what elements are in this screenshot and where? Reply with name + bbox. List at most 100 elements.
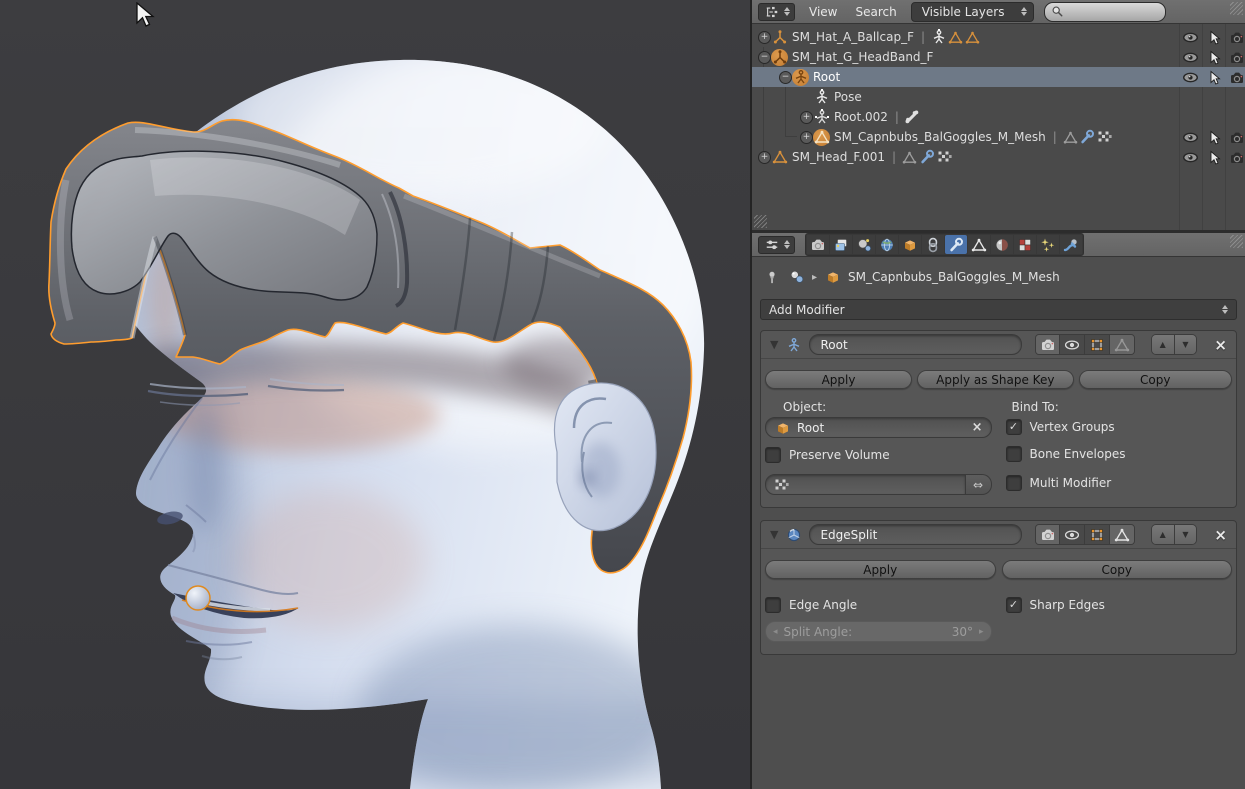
menu-view[interactable]: View: [805, 5, 841, 19]
editmode-toggle[interactable]: [1085, 335, 1110, 354]
collapse-icon[interactable]: −: [758, 50, 771, 64]
tab-world[interactable]: [876, 235, 898, 254]
collapse-icon[interactable]: −: [779, 70, 792, 84]
collapse-arrow-icon[interactable]: ▼: [770, 338, 778, 351]
resize-grip[interactable]: [1230, 235, 1243, 248]
clear-object-icon[interactable]: ×: [972, 420, 983, 435]
properties-tabs: [805, 233, 1084, 256]
delete-modifier-button[interactable]: ×: [1214, 526, 1227, 544]
tab-particles[interactable]: [1037, 235, 1059, 254]
restrict-camera-toggle[interactable]: [1228, 29, 1245, 46]
vertex-groups-checkbox[interactable]: ✓: [1005, 419, 1022, 435]
dropdown-arrows-icon: [1222, 305, 1228, 314]
outliner-row-SM_Head_F.001[interactable]: + SM_Head_F.001 |: [752, 147, 1245, 167]
expand-icon[interactable]: +: [800, 110, 813, 124]
restrict-eye-toggle[interactable]: [1182, 49, 1199, 66]
object-icon[interactable]: [788, 269, 805, 286]
tab-texture[interactable]: [1014, 235, 1036, 254]
bone-envelopes-checkbox[interactable]: [1005, 446, 1022, 462]
armature-object-icon: [771, 29, 788, 46]
invert-vertex-group-button[interactable]: ⇔: [965, 474, 992, 495]
viewport-toggle[interactable]: [1060, 335, 1086, 354]
expand-icon[interactable]: +: [758, 30, 771, 44]
resize-grip[interactable]: [754, 215, 767, 228]
delete-modifier-button[interactable]: ×: [1214, 336, 1227, 354]
editor-type-button[interactable]: [758, 2, 795, 21]
restrict-pointer-toggle[interactable]: [1205, 29, 1222, 46]
outliner-row-SM_Hat_A_Ballcap_F[interactable]: + SM_Hat_A_Ballcap_F |: [752, 27, 1245, 47]
outliner-search-field[interactable]: [1043, 1, 1166, 22]
restrict-pointer-toggle[interactable]: [1205, 49, 1222, 66]
expand-icon[interactable]: +: [800, 130, 813, 144]
resize-grip[interactable]: [1230, 2, 1243, 15]
cage-toggle[interactable]: [1109, 335, 1134, 354]
restrict-pointer-toggle[interactable]: [1205, 69, 1222, 86]
mesh-triangle-icon: [964, 29, 981, 46]
separator: |: [1052, 130, 1057, 144]
pose-icon: [813, 89, 830, 106]
render-toggle[interactable]: [1035, 525, 1061, 544]
move-up-button[interactable]: ▲: [1151, 525, 1175, 544]
display-filter-dropdown[interactable]: Visible Layers: [910, 1, 1034, 22]
outliner-row-Pose[interactable]: Pose: [752, 87, 1245, 107]
render-toggle[interactable]: [1035, 335, 1061, 354]
viewport-3d[interactable]: [0, 0, 750, 789]
tab-object-data[interactable]: [968, 235, 990, 254]
restrict-camera-toggle[interactable]: [1228, 69, 1245, 86]
tab-object[interactable]: [899, 235, 921, 254]
outliner-row-Root[interactable]: − Root: [752, 67, 1245, 87]
copy-button[interactable]: Copy: [1078, 370, 1232, 389]
viewport-toggle[interactable]: [1060, 525, 1086, 544]
vertex-group-field[interactable]: [765, 474, 966, 495]
outliner-row-SM_Hat_G_HeadBand_F[interactable]: − SM_Hat_G_HeadBand_F: [752, 47, 1245, 67]
restrict-camera-toggle[interactable]: [1228, 129, 1245, 146]
tab-material[interactable]: [991, 235, 1013, 254]
edge-angle-checkbox[interactable]: [765, 597, 781, 613]
editmode-toggle[interactable]: [1085, 525, 1110, 544]
move-down-button[interactable]: ▼: [1174, 525, 1197, 544]
cage-toggle[interactable]: [1109, 525, 1134, 544]
move-down-button[interactable]: ▼: [1174, 335, 1197, 354]
restrict-pointer-toggle[interactable]: [1205, 149, 1222, 166]
editor-type-button[interactable]: [758, 235, 795, 254]
apply-as-shape-key-button[interactable]: Apply as Shape Key: [917, 370, 1074, 389]
restrict-camera-toggle[interactable]: [1228, 149, 1245, 166]
tab-physics[interactable]: [1060, 235, 1082, 254]
restrict-camera-toggle[interactable]: [1228, 49, 1245, 66]
modifier-name-field[interactable]: Root: [809, 334, 1022, 355]
collapse-arrow-icon[interactable]: ▼: [770, 528, 778, 541]
restrict-eye-toggle[interactable]: [1182, 69, 1199, 86]
apply-button[interactable]: Apply: [765, 560, 996, 579]
outliner-row-Root.002[interactable]: + Root.002 |: [752, 107, 1245, 127]
split-angle-slider[interactable]: ◂ Split Angle: 30° ▸: [765, 621, 992, 642]
pin-icon[interactable]: [764, 269, 781, 286]
multi-modifier-checkbox[interactable]: [1005, 475, 1022, 491]
tab-render[interactable]: [807, 235, 829, 254]
add-modifier-select[interactable]: Add Modifier: [760, 299, 1237, 320]
armature-object-field[interactable]: Root ×: [765, 417, 992, 438]
modifier-name-field[interactable]: EdgeSplit: [809, 524, 1022, 545]
tab-scene[interactable]: [853, 235, 875, 254]
slider-right-arrow-icon[interactable]: ▸: [979, 627, 984, 637]
tab-modifiers[interactable]: [945, 235, 967, 254]
restrict-eye-toggle[interactable]: [1182, 129, 1199, 146]
slider-left-arrow-icon[interactable]: ◂: [773, 627, 778, 637]
preserve-volume-checkbox[interactable]: [765, 447, 781, 463]
restrict-pointer-toggle[interactable]: [1205, 129, 1222, 146]
search-input[interactable]: [1065, 4, 1154, 19]
outliner-tree: + SM_Hat_A_Ballcap_F | − SM_Hat_G_HeadBand_F…: [752, 24, 1245, 230]
copy-button[interactable]: Copy: [1001, 560, 1232, 579]
apply-button[interactable]: Apply: [765, 370, 913, 389]
tab-render-layers[interactable]: [830, 235, 852, 254]
restrict-eye-toggle[interactable]: [1182, 149, 1199, 166]
active-object-badge: [813, 128, 830, 146]
menu-search[interactable]: Search: [851, 5, 900, 19]
breadcrumb: ▸ SM_Capnbubs_BalGoggles_M_Mesh: [760, 257, 1237, 291]
expand-icon[interactable]: +: [758, 150, 771, 164]
split-angle-value: 30°: [951, 624, 973, 639]
tab-constraints[interactable]: [922, 235, 944, 254]
restrict-eye-toggle[interactable]: [1182, 29, 1199, 46]
sharp-edges-checkbox[interactable]: ✓: [1005, 597, 1022, 613]
move-up-button[interactable]: ▲: [1151, 335, 1175, 354]
outliner-row-SM_Capnbubs_BalGoggles_M_Mesh[interactable]: + SM_Capnbubs_BalGoggles_M_Mesh |: [752, 127, 1245, 147]
